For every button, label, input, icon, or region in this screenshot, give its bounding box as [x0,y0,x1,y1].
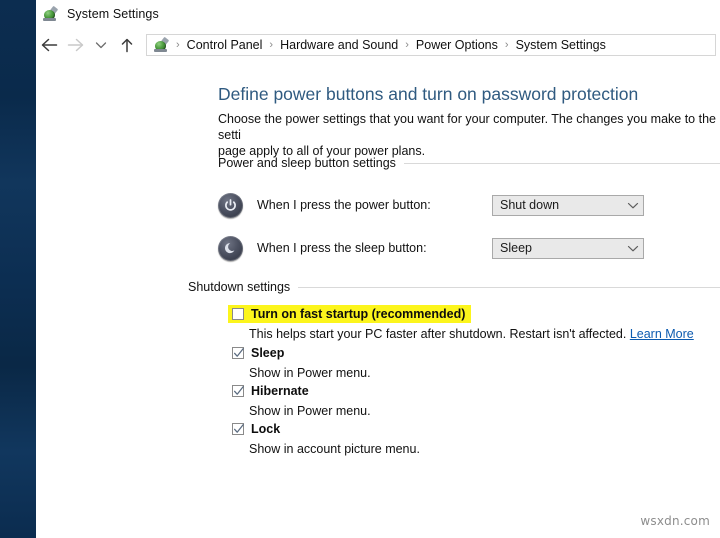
group-divider [404,163,720,164]
breadcrumb-separator: › [399,39,415,51]
fast-startup-description: This helps start your PC faster after sh… [249,327,694,341]
forward-button[interactable] [62,32,88,58]
sleep-checkbox-row[interactable]: Sleep [232,346,284,360]
navigation-bar: › Control Panel › Hardware and Sound › P… [36,28,720,62]
forward-arrow-icon [67,38,84,52]
page-description: Choose the power settings that you want … [218,111,720,159]
window-title: System Settings [67,7,159,21]
recent-locations-button[interactable] [88,32,114,58]
back-arrow-icon [41,38,58,52]
group-label-shutdown-settings: Shutdown settings [188,280,298,294]
lock-checkbox[interactable] [232,423,244,435]
sleep-button-dropdown-value: Sleep [500,241,627,255]
up-button[interactable] [114,32,140,58]
lock-description: Show in account picture menu. [249,442,420,456]
breadcrumb-separator: › [170,39,186,51]
power-button-icon [218,193,243,218]
group-label-power-and-sleep: Power and sleep button settings [218,156,404,170]
fast-startup-checkbox-row[interactable]: Turn on fast startup (recommended) [228,305,471,323]
breadcrumb-control-panel[interactable]: Control Panel [186,38,264,52]
chevron-down-icon [95,40,107,50]
fast-startup-label: Turn on fast startup (recommended) [251,307,465,321]
learn-more-link[interactable]: Learn More [630,327,694,341]
up-arrow-icon [120,38,134,53]
address-bar-power-settings-icon [153,37,170,54]
sleep-checkbox[interactable] [232,347,244,359]
content-pane: Define power buttons and turn on passwor… [36,62,720,538]
fast-startup-description-text: This helps start your PC faster after sh… [249,327,626,341]
system-settings-window: System Settings [36,0,720,538]
page-title: Define power buttons and turn on passwor… [218,84,638,105]
sleep-moon-icon [218,236,243,261]
checkmark-icon [233,385,245,398]
hibernate-checkbox[interactable] [232,385,244,397]
fast-startup-checkbox[interactable] [232,308,244,320]
sleep-label: Sleep [251,346,284,360]
chevron-down-icon [627,244,639,253]
breadcrumb-separator: › [499,39,515,51]
breadcrumb-hardware-and-sound[interactable]: Hardware and Sound [279,38,399,52]
title-bar: System Settings [36,0,720,28]
watermark: wsxdn.com [640,514,710,528]
power-button-dropdown[interactable]: Shut down [492,195,644,216]
back-button[interactable] [36,32,62,58]
breadcrumb-power-options[interactable]: Power Options [415,38,499,52]
power-button-dropdown-value: Shut down [500,198,627,212]
checkmark-icon [233,423,245,436]
group-divider [298,287,720,288]
sleep-button-setting-label: When I press the sleep button: [257,241,427,255]
hibernate-checkbox-row[interactable]: Hibernate [232,384,309,398]
breadcrumb-system-settings[interactable]: System Settings [515,38,607,52]
hibernate-description: Show in Power menu. [249,404,371,418]
lock-label: Lock [251,422,280,436]
breadcrumb-separator: › [263,39,279,51]
power-button-setting-row: When I press the power button: Shut down [218,190,678,220]
lock-checkbox-row[interactable]: Lock [232,422,280,436]
sleep-button-setting-row: When I press the sleep button: Sleep [218,233,678,263]
address-bar[interactable]: › Control Panel › Hardware and Sound › P… [146,34,716,56]
chevron-down-icon [627,201,639,210]
checkmark-icon [233,347,245,360]
group-shutdown-settings: Shutdown settings [188,280,720,294]
sleep-description: Show in Power menu. [249,366,371,380]
group-power-and-sleep: Power and sleep button settings [218,156,720,170]
power-button-setting-label: When I press the power button: [257,198,431,212]
hibernate-label: Hibernate [251,384,309,398]
power-settings-icon [42,6,59,23]
sleep-button-dropdown[interactable]: Sleep [492,238,644,259]
